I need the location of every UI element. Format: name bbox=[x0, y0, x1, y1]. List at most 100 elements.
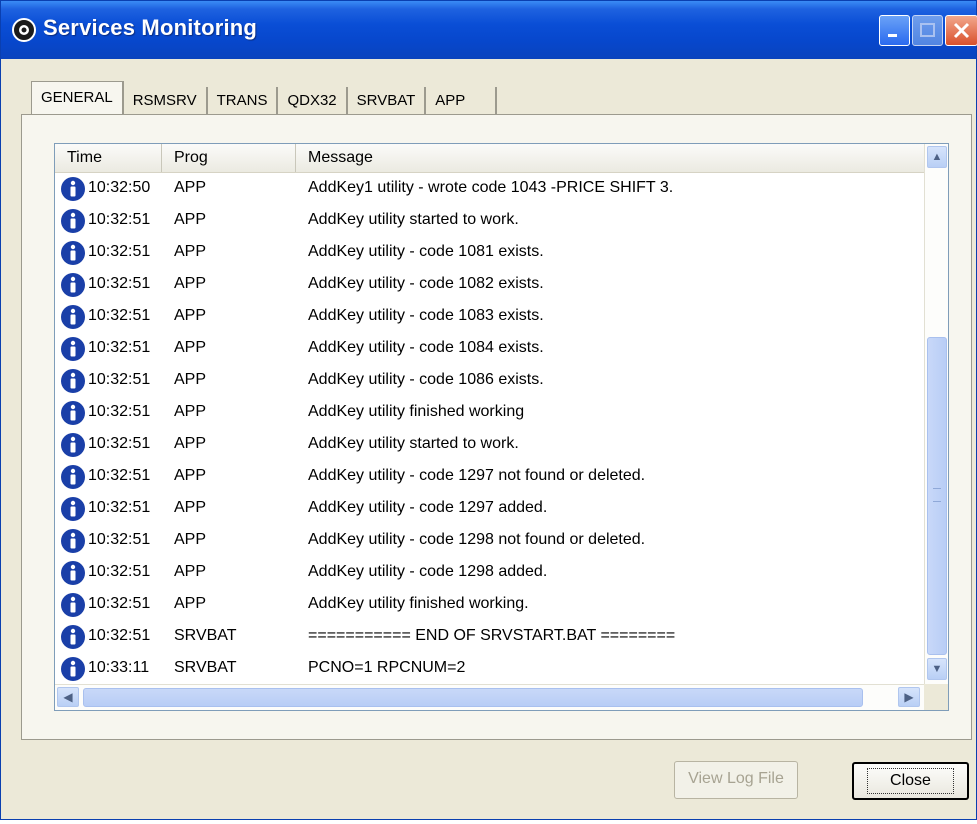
info-icon bbox=[61, 209, 85, 233]
info-icon bbox=[61, 369, 85, 393]
log-row[interactable]: 10:32:51 APP AddKey utility - code 1086 ex… bbox=[55, 365, 925, 397]
log-row[interactable]: 10:32:51 APP AddKey utility - code 1298 ad… bbox=[55, 557, 925, 589]
log-time: 10:32:51 bbox=[88, 467, 151, 484]
list-header: Time Prog Message bbox=[55, 144, 925, 173]
scroll-right-arrow-icon[interactable]: ▶ bbox=[898, 687, 920, 707]
column-header-prog[interactable]: Prog bbox=[162, 144, 296, 172]
tab-strip: GENERAL RSMSRV TRANS QDX32 SRVBAT APP bbox=[31, 81, 498, 115]
log-time: 10:33:11 bbox=[88, 659, 150, 676]
column-header-message[interactable]: Message bbox=[296, 144, 925, 172]
log-row[interactable]: 10:32:51 APP AddKey utility - code 1297 ad… bbox=[55, 493, 925, 525]
vertical-scroll-thumb[interactable] bbox=[927, 337, 947, 655]
log-row[interactable]: 10:32:51 APP AddKey utility finished worki… bbox=[55, 589, 925, 621]
log-prog: APP bbox=[174, 531, 207, 548]
log-prog: APP bbox=[174, 467, 207, 484]
info-icon bbox=[61, 433, 85, 457]
info-icon bbox=[61, 593, 85, 617]
maximize-button[interactable] bbox=[912, 15, 943, 46]
log-prog: APP bbox=[174, 371, 207, 388]
log-message: AddKey utility - code 1086 exists. bbox=[308, 371, 544, 388]
log-message: AddKey utility - code 1297 not found or … bbox=[308, 467, 646, 484]
log-prog: APP bbox=[174, 307, 207, 324]
log-time: 10:32:51 bbox=[88, 403, 151, 420]
log-prog: APP bbox=[174, 243, 207, 260]
log-row[interactable]: 10:32:51 APP AddKey utility - code 1081 ex… bbox=[55, 237, 925, 269]
log-time: 10:32:51 bbox=[88, 499, 151, 516]
log-message: AddKey utility - code 1083 exists. bbox=[308, 307, 544, 324]
info-icon bbox=[61, 561, 85, 585]
minimize-button[interactable] bbox=[879, 15, 910, 46]
column-header-time[interactable]: Time bbox=[55, 144, 162, 172]
log-row[interactable]: 10:32:51 APP AddKey utility - code 1298 no… bbox=[55, 525, 925, 557]
tab-srvbat[interactable]: SRVBAT bbox=[348, 87, 427, 115]
horizontal-scroll-thumb[interactable] bbox=[83, 688, 863, 707]
log-row[interactable]: 10:32:50 APP AddKey1 utility - wrote code … bbox=[55, 173, 925, 205]
log-message: AddKey1 utility - wrote code 1043 -PRICE… bbox=[308, 179, 674, 196]
info-icon bbox=[61, 273, 85, 297]
info-icon bbox=[61, 465, 85, 489]
log-list-view[interactable]: Time Prog Message 10:32:50 APP AddKey1 uti… bbox=[54, 143, 949, 711]
tab-app[interactable]: APP bbox=[426, 87, 498, 115]
log-time: 10:32:51 bbox=[88, 627, 151, 644]
log-row[interactable]: 10:32:51 SRVBAT =========== END OF SRVSTAR… bbox=[55, 621, 925, 653]
tab-trans[interactable]: TRANS bbox=[208, 87, 279, 115]
close-button-label: Close bbox=[867, 768, 954, 794]
info-icon bbox=[61, 625, 85, 649]
log-message: AddKey utility finished working bbox=[308, 403, 525, 420]
log-row[interactable]: 10:32:51 APP AddKey utility started to wor… bbox=[55, 429, 925, 461]
log-row[interactable]: 10:32:51 APP AddKey utility - code 1297 no… bbox=[55, 461, 925, 493]
log-prog: APP bbox=[174, 339, 207, 356]
info-icon bbox=[61, 657, 85, 681]
info-icon bbox=[61, 337, 85, 361]
info-icon bbox=[61, 177, 85, 201]
view-log-file-button[interactable]: View Log File bbox=[674, 761, 798, 799]
log-message: AddKey utility - code 1298 not found or … bbox=[308, 531, 646, 548]
close-window-button[interactable] bbox=[945, 15, 977, 46]
log-prog: APP bbox=[174, 435, 207, 452]
services-monitoring-window: Services Monitoring GENERAL RSMSRV TRANS… bbox=[0, 0, 977, 820]
log-message: AddKey utility - code 1081 exists. bbox=[308, 243, 544, 260]
info-icon bbox=[61, 241, 85, 265]
maximize-icon bbox=[920, 23, 935, 37]
info-icon bbox=[61, 529, 85, 553]
log-row[interactable]: 10:32:51 APP AddKey utility - code 1082 ex… bbox=[55, 269, 925, 301]
tab-qdx32[interactable]: QDX32 bbox=[278, 87, 348, 115]
horizontal-scrollbar[interactable]: ◀ ▶ bbox=[55, 684, 924, 710]
scroll-down-arrow-icon[interactable]: ▼ bbox=[927, 658, 947, 680]
log-prog: APP bbox=[174, 563, 207, 580]
log-prog: APP bbox=[174, 179, 207, 196]
log-row[interactable]: 10:32:51 APP AddKey utility - code 1084 ex… bbox=[55, 333, 925, 365]
log-time: 10:32:51 bbox=[88, 339, 151, 356]
log-time: 10:32:51 bbox=[88, 211, 151, 228]
info-icon bbox=[61, 401, 85, 425]
log-time: 10:32:51 bbox=[88, 435, 151, 452]
close-icon bbox=[953, 22, 970, 39]
log-time: 10:32:51 bbox=[88, 371, 151, 388]
log-message: PCNO=1 RPCNUM=2 bbox=[308, 659, 466, 676]
log-time: 10:32:51 bbox=[88, 531, 151, 548]
vertical-scrollbar[interactable]: ▲ ▼ bbox=[924, 144, 948, 684]
scroll-up-arrow-icon[interactable]: ▲ bbox=[927, 146, 947, 168]
close-button[interactable]: Close bbox=[852, 762, 969, 800]
window-title: Services Monitoring bbox=[43, 15, 258, 40]
log-prog: APP bbox=[174, 403, 207, 420]
log-prog: APP bbox=[174, 211, 207, 228]
tab-rsmsrv[interactable]: RSMSRV bbox=[124, 87, 208, 115]
info-icon bbox=[61, 305, 85, 329]
log-row[interactable]: 10:32:51 APP AddKey utility finished worki… bbox=[55, 397, 925, 429]
log-message: AddKey utility finished working. bbox=[308, 595, 529, 612]
log-time: 10:32:51 bbox=[88, 563, 151, 580]
log-row[interactable]: 10:32:51 APP AddKey utility - code 1083 ex… bbox=[55, 301, 925, 333]
log-row[interactable]: 10:33:11 SRVBAT PCNO=1 RPCNUM=2 bbox=[55, 653, 925, 685]
log-message: =========== END OF SRVSTART.BAT ======== bbox=[308, 627, 676, 644]
log-prog: SRVBAT bbox=[174, 659, 237, 676]
tab-general[interactable]: GENERAL bbox=[31, 81, 124, 115]
log-row[interactable]: 10:32:51 APP AddKey utility started to wor… bbox=[55, 205, 925, 237]
log-message: AddKey utility - code 1297 added. bbox=[308, 499, 548, 516]
scrollbar-corner bbox=[924, 684, 948, 710]
scroll-grip-icon bbox=[933, 488, 941, 502]
scroll-left-arrow-icon[interactable]: ◀ bbox=[57, 687, 79, 707]
title-bar[interactable]: Services Monitoring bbox=[1, 1, 977, 59]
log-message: AddKey utility - code 1082 exists. bbox=[308, 275, 544, 292]
log-time: 10:32:51 bbox=[88, 595, 151, 612]
